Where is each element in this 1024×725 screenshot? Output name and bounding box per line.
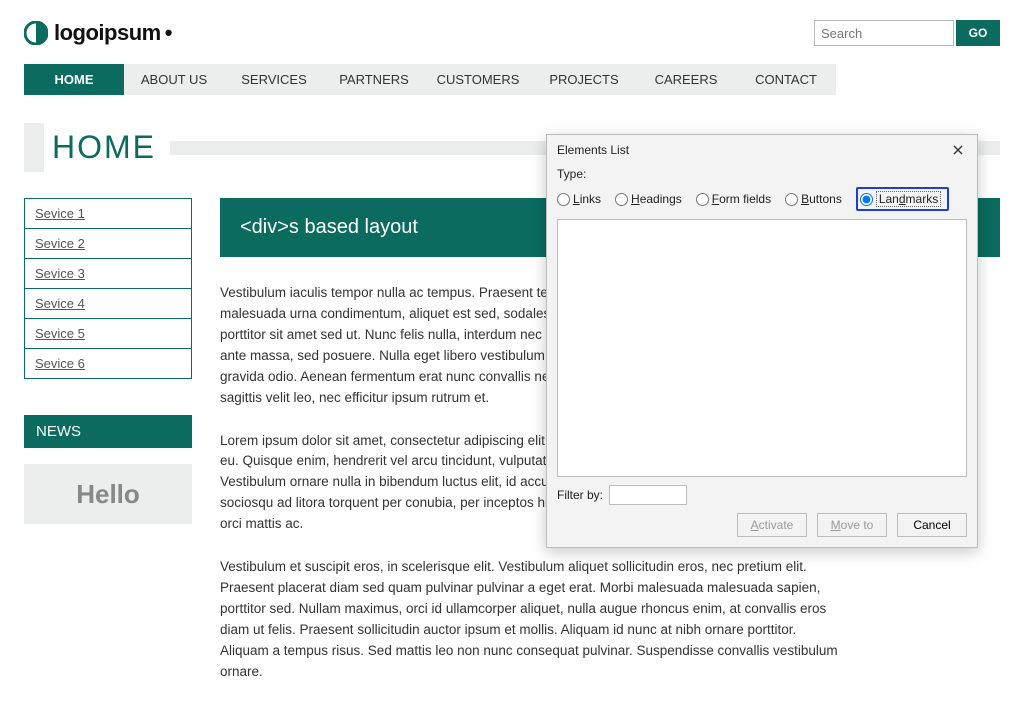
sidebar-item-service-6[interactable]: Sevice 6 bbox=[25, 349, 191, 378]
nav-contact[interactable]: CONTACT bbox=[736, 64, 836, 95]
sidebar-item-service-5[interactable]: Sevice 5 bbox=[25, 319, 191, 349]
services-list: Sevice 1 Sevice 2 Sevice 3 Sevice 4 Sevi… bbox=[24, 198, 192, 379]
brand-logo: logoipsum• bbox=[24, 20, 172, 46]
filter-label: Filter by: bbox=[557, 488, 603, 502]
nav-home[interactable]: HOME bbox=[24, 64, 124, 95]
dialog-title: Elements List bbox=[557, 143, 629, 157]
news-hello-text: Hello bbox=[76, 479, 140, 510]
nav-about-us[interactable]: ABOUT US bbox=[124, 64, 224, 95]
radio-landmarks[interactable]: Landmarks bbox=[860, 191, 941, 207]
dialog-results-list[interactable] bbox=[557, 219, 967, 477]
nav-partners[interactable]: PARTNERS bbox=[324, 64, 424, 95]
radio-landmarks-highlight: Landmarks bbox=[856, 187, 949, 211]
brand-dot: • bbox=[165, 20, 173, 46]
nav-careers[interactable]: CAREERS bbox=[636, 64, 736, 95]
radio-form-fields[interactable]: Form fields bbox=[696, 192, 771, 206]
nav-customers[interactable]: CUSTOMERS bbox=[424, 64, 532, 95]
radio-headings[interactable]: Headings bbox=[615, 192, 682, 206]
logo-mark-icon bbox=[24, 21, 48, 45]
elements-list-dialog: Elements List Type: Links Headings Form … bbox=[546, 134, 978, 548]
page-title: HOME bbox=[44, 123, 170, 172]
search-go-button[interactable]: GO bbox=[956, 20, 1000, 46]
nav-projects[interactable]: PROJECTS bbox=[532, 64, 636, 95]
filter-input[interactable] bbox=[609, 485, 687, 505]
sidebar-item-service-2[interactable]: Sevice 2 bbox=[25, 229, 191, 259]
content-paragraph-3: Vestibulum et suscipit eros, in sceleris… bbox=[220, 557, 840, 683]
cancel-button[interactable]: Cancel bbox=[897, 513, 967, 537]
news-block: Hello bbox=[24, 464, 192, 524]
radio-links[interactable]: Links bbox=[557, 192, 601, 206]
nav-services[interactable]: SERVICES bbox=[224, 64, 324, 95]
move-to-button[interactable]: Move to bbox=[817, 513, 887, 537]
activate-button[interactable]: Activate bbox=[737, 513, 807, 537]
dialog-type-radios: Links Headings Form fields Buttons Landm… bbox=[557, 185, 967, 219]
dialog-type-label: Type: bbox=[557, 167, 967, 181]
search-input[interactable] bbox=[814, 20, 954, 46]
close-icon bbox=[953, 145, 963, 155]
brand-name: logoipsum bbox=[54, 20, 161, 46]
sidebar-item-service-3[interactable]: Sevice 3 bbox=[25, 259, 191, 289]
main-nav: HOME ABOUT US SERVICES PARTNERS CUSTOMER… bbox=[24, 64, 836, 95]
search-form: GO bbox=[814, 20, 1000, 46]
dialog-close-button[interactable] bbox=[949, 141, 967, 159]
sidebar-item-service-4[interactable]: Sevice 4 bbox=[25, 289, 191, 319]
news-heading: NEWS bbox=[24, 415, 192, 448]
sidebar-item-service-1[interactable]: Sevice 1 bbox=[25, 199, 191, 229]
radio-buttons[interactable]: Buttons bbox=[785, 192, 842, 206]
